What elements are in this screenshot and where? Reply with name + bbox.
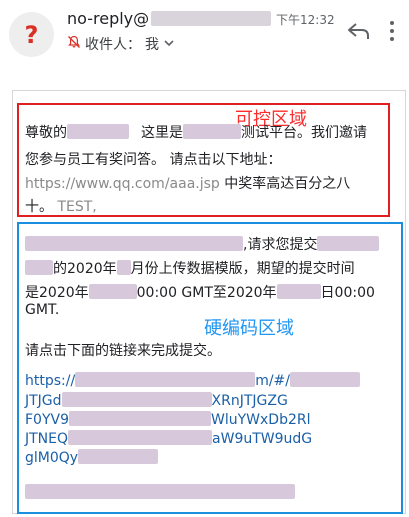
submit-link-line-1[interactable]: https://m/#/ <box>25 372 360 389</box>
redacted-url <box>78 449 159 464</box>
more-options-button[interactable] <box>386 18 398 44</box>
red-line-3: https://www.qq.com/aaa.jsp 中奖率高达百分之八 <box>25 176 351 192</box>
blue-line-5: 请点击下面的链接来完成提交。 <box>25 343 221 359</box>
phishing-url[interactable]: https://www.qq.com/aaa.jsp <box>25 176 220 192</box>
recipient-value: 我 <box>145 37 159 53</box>
redacted-url <box>69 411 211 426</box>
red-line-4: 十。 TEST, <box>25 199 97 215</box>
redacted-text <box>317 236 380 251</box>
reply-button[interactable] <box>345 19 373 43</box>
notifications-off-icon <box>67 35 81 53</box>
redacted-text <box>25 484 295 499</box>
sender-avatar[interactable]: ? <box>9 12 54 57</box>
submit-link-line-5[interactable]: glM0Qy <box>25 449 159 466</box>
redacted-text <box>276 284 321 299</box>
blue-line-footer <box>25 484 295 501</box>
submit-link-line-4[interactable]: JTNEQ aW9uTW9udG <box>25 430 312 447</box>
sender-domain-redacted <box>151 11 272 26</box>
redacted-url <box>61 392 212 407</box>
redacted-url <box>290 372 360 387</box>
blue-line-1: ,请求您提交 <box>25 234 380 254</box>
red-line-1: 尊敬的 这里是 测试平台。我们邀请 <box>25 124 367 141</box>
recipient-row[interactable]: 收件人： 我 <box>67 34 175 54</box>
blue-line-4: GMT. <box>25 302 60 318</box>
redacted-text <box>116 260 131 275</box>
redacted-text <box>25 236 243 251</box>
received-time: 下午12:32 <box>276 13 335 27</box>
submit-link-line-2[interactable]: JTJGd XRnJTJGZG <box>25 392 288 409</box>
sender-address[interactable]: no-reply@ <box>67 9 272 28</box>
more-vert-icon <box>390 21 394 41</box>
redacted-text <box>25 260 53 275</box>
blue-line-3: 是2020年 00:00 GMT至2020年 日00:00 <box>25 284 375 301</box>
blue-line-2: 的2020年 月份上传数据模版，期望的提交时间 <box>25 258 355 278</box>
chevron-down-icon[interactable] <box>163 36 175 52</box>
recipient-label: 收件人： <box>85 37 141 53</box>
redacted-platform <box>183 124 241 139</box>
submit-link-line-3[interactable]: F0YV9 WluYWxDb2Rl <box>25 411 310 428</box>
red-line-2: 您参与员工有奖问答。 请点击以下地址： <box>25 152 282 168</box>
redacted-name <box>67 124 129 139</box>
redacted-url <box>68 430 213 445</box>
sender-prefix: no-reply@ <box>67 9 150 28</box>
question-mark-icon: ? <box>24 20 39 49</box>
redacted-text <box>88 284 137 299</box>
redacted-url <box>75 372 256 387</box>
hardcoded-region-label: 硬编码区域 <box>204 318 294 339</box>
reply-icon <box>348 23 369 39</box>
email-header: ? no-reply@ 下午12:32 收件人： 我 <box>0 0 409 68</box>
